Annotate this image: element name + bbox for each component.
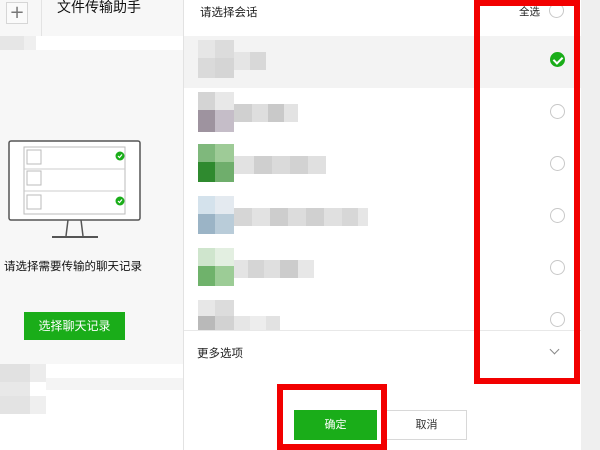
row-checkbox[interactable] xyxy=(550,52,565,67)
more-options[interactable]: 更多选项 xyxy=(184,330,582,376)
monitor-illustration xyxy=(8,140,141,238)
left-pane: + 文件传输助手 请选择需要传输的聊天记录 选择聊天记录 xyxy=(0,0,183,450)
blur-block xyxy=(30,396,46,414)
blur-block xyxy=(24,36,36,50)
conversation-row[interactable] xyxy=(184,88,582,140)
select-all-label[interactable]: 全选 xyxy=(519,4,540,19)
row-checkbox[interactable] xyxy=(550,312,565,327)
conversation-row[interactable] xyxy=(184,296,582,330)
dialog-header: 请选择会话 全选 xyxy=(184,0,582,26)
tip-text: 请选择需要传输的聊天记录 xyxy=(4,259,142,273)
chevron-down-icon[interactable] xyxy=(549,344,560,355)
blur-block xyxy=(0,396,30,414)
conversation-row[interactable] xyxy=(184,244,582,296)
avatar xyxy=(198,144,234,188)
blur-block xyxy=(0,382,30,396)
row-checkbox[interactable] xyxy=(550,156,565,171)
row-checkbox[interactable] xyxy=(550,104,565,119)
blur-block xyxy=(30,364,46,382)
blur-block xyxy=(0,364,30,382)
avatar xyxy=(198,300,234,330)
conversation-row[interactable] xyxy=(184,140,582,192)
dialog-footer: 确定 取消 xyxy=(184,376,582,450)
chat-header: + 文件传输助手 xyxy=(0,0,183,38)
blur-block xyxy=(46,378,183,390)
blur-block xyxy=(0,36,24,50)
divider xyxy=(41,0,42,38)
avatar xyxy=(198,196,234,240)
cancel-button[interactable]: 取消 xyxy=(386,410,467,440)
select-chat-records-button[interactable]: 选择聊天记录 xyxy=(24,312,125,340)
chat-title: 文件传输助手 xyxy=(57,0,141,16)
dialog-title: 请选择会话 xyxy=(200,5,258,19)
conversation-list xyxy=(184,26,582,330)
avatar xyxy=(198,248,234,292)
avatar xyxy=(198,92,234,136)
more-options-label: 更多选项 xyxy=(197,346,243,360)
scroll-gutter xyxy=(581,0,600,450)
plus-icon[interactable]: + xyxy=(6,2,28,24)
blurred-chat-item[interactable] xyxy=(0,36,183,50)
select-conversation-dialog: 请选择会话 全选 更多选项 确定 取消 xyxy=(183,0,582,450)
confirm-button[interactable]: 确定 xyxy=(294,410,377,440)
conversation-row[interactable] xyxy=(184,192,582,244)
row-checkbox[interactable] xyxy=(550,260,565,275)
row-checkbox[interactable] xyxy=(550,208,565,223)
select-all-checkbox[interactable] xyxy=(549,3,564,18)
avatar xyxy=(198,40,234,84)
conversation-row[interactable] xyxy=(184,36,582,88)
blurred-chat-item[interactable] xyxy=(0,364,183,450)
